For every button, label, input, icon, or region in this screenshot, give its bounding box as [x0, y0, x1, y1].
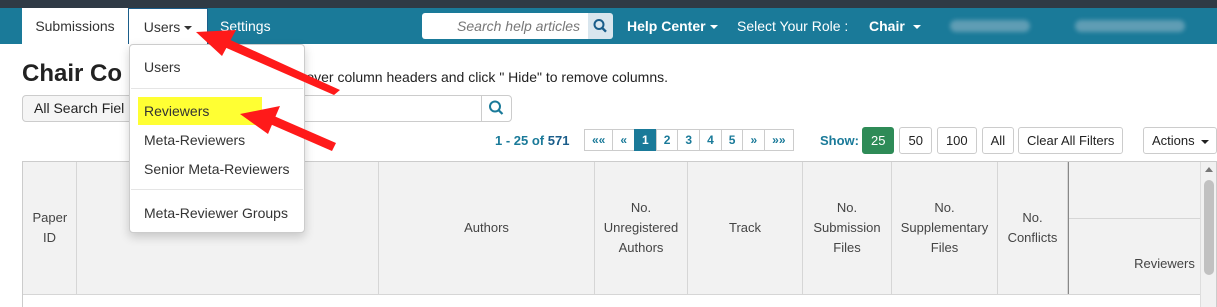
role-label: Select Your Role : — [737, 18, 849, 34]
page-size-25-button[interactable]: 25 — [862, 127, 895, 154]
table-row — [23, 294, 1201, 307]
page-size-50-button[interactable]: 50 — [899, 127, 932, 154]
menu-divider — [131, 88, 303, 89]
range-prefix: 1 - 25 of — [495, 133, 545, 148]
range-total: 571 — [547, 133, 570, 148]
help-search-input[interactable]: Search help articles — [422, 13, 588, 39]
submission-search-button[interactable] — [481, 95, 512, 122]
role-value: Chair — [869, 18, 905, 34]
page-4-button[interactable]: 4 — [699, 129, 722, 151]
search-icon — [489, 100, 504, 115]
last-page-button[interactable]: »» — [764, 129, 794, 151]
column-header-supplementary-files[interactable]: No. Supplementary Files — [892, 162, 998, 294]
column-header-label: Paper ID — [32, 210, 68, 245]
page-1-button[interactable]: 1 — [634, 129, 657, 151]
tab-submissions[interactable]: Submissions — [22, 8, 128, 44]
table-scrollbar[interactable] — [1200, 162, 1216, 307]
blurred-user-name — [1075, 20, 1185, 32]
users-dropdown-menu: Users Reviewers Meta-Reviewers Senior Me… — [129, 44, 305, 233]
menu-item-meta-reviewers[interactable]: Meta-Reviewers — [144, 132, 245, 148]
column-header-conflicts[interactable]: No. Conflicts — [998, 162, 1068, 294]
page-5-button[interactable]: 5 — [720, 129, 744, 151]
column-header-submission-files[interactable]: No. Submission Files — [803, 162, 892, 294]
page-size-all-button[interactable]: All — [981, 127, 1015, 154]
search-icon — [593, 19, 607, 33]
menu-item-meta-reviewer-groups[interactable]: Meta-Reviewer Groups — [144, 205, 288, 221]
menu-divider — [131, 189, 303, 190]
tab-users-label: Users — [143, 19, 181, 35]
first-page-button[interactable]: «« — [584, 129, 614, 151]
show-label: Show: — [820, 133, 859, 148]
main-navbar: Submissions Users Settings Search help a… — [0, 8, 1217, 44]
page-2-button[interactable]: 2 — [655, 129, 679, 151]
clear-all-filters-button[interactable]: Clear All Filters — [1018, 127, 1124, 154]
page-title: Chair Co — [22, 60, 123, 87]
caret-down-icon — [1200, 139, 1209, 144]
next-page-button[interactable]: » — [742, 129, 766, 151]
menu-item-reviewers[interactable]: Reviewers — [144, 103, 209, 119]
scroll-up-icon[interactable] — [1205, 167, 1213, 172]
pagination-range: 1 - 25 of 571 — [495, 133, 569, 148]
caret-down-icon — [912, 25, 921, 30]
column-header-authors[interactable]: Authors — [379, 162, 595, 294]
menu-item-users[interactable]: Users — [144, 59, 181, 75]
column-header-label: Reviewers — [1134, 256, 1195, 271]
column-header-unregistered-authors[interactable]: No. Unregistered Authors — [595, 162, 688, 294]
page-3-button[interactable]: 3 — [677, 129, 701, 151]
scrollbar-thumb[interactable] — [1204, 180, 1214, 275]
pagination: «« « 1 2 3 4 5 » »» — [584, 129, 794, 151]
blurred-user-info — [950, 20, 1030, 32]
help-center-menu[interactable]: Help Center — [627, 8, 718, 44]
top-strip — [0, 0, 1217, 8]
actions-label: Actions — [1152, 133, 1195, 148]
role-selector[interactable]: Chair — [869, 8, 921, 44]
column-header-label: Authors — [464, 220, 509, 235]
column-header-paper-id[interactable]: Paper ID — [23, 162, 77, 294]
actions-dropdown-button[interactable]: Actions — [1143, 127, 1217, 154]
column-header-label: Track — [728, 220, 762, 235]
help-text: er over column headers and click " Hide"… — [290, 69, 668, 85]
caret-down-icon — [184, 26, 193, 31]
tab-settings[interactable]: Settings — [220, 8, 271, 44]
page-size-group: 25 50 100 All — [862, 127, 1019, 154]
page-size-100-button[interactable]: 100 — [936, 127, 977, 154]
submission-search-input[interactable] — [300, 95, 482, 122]
menu-item-senior-meta-reviewers[interactable]: Senior Meta-Reviewers — [144, 161, 290, 177]
column-header-label: No. Conflicts — [1007, 210, 1058, 245]
caret-down-icon — [709, 25, 718, 30]
help-center-label: Help Center — [627, 18, 706, 34]
help-search-button[interactable] — [588, 13, 613, 39]
prev-page-button[interactable]: « — [612, 129, 636, 151]
column-header-label: No. Submission Files — [813, 200, 881, 255]
column-header-track[interactable]: Track — [688, 162, 803, 294]
tab-users[interactable]: Users — [128, 8, 208, 44]
column-header-reviewers[interactable]: Reviewers — [1068, 162, 1201, 294]
column-header-label: No. Supplementary Files — [900, 200, 989, 255]
column-header-label: No. Unregistered Authors — [603, 200, 679, 255]
